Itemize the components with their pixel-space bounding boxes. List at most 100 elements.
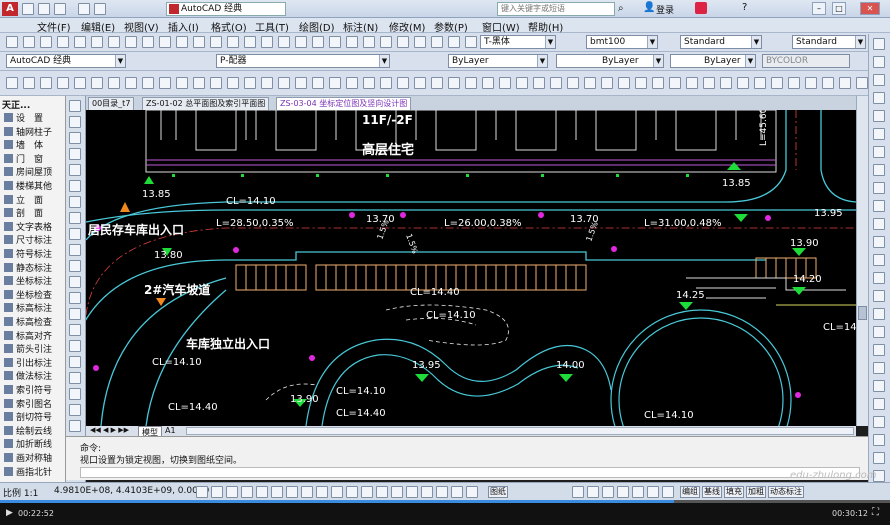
draw-tool-icon[interactable] xyxy=(176,77,188,89)
menu-item-10[interactable]: 窗口(W) xyxy=(482,19,520,34)
user-icon[interactable]: 👤 xyxy=(643,2,655,13)
side-tool-icon[interactable] xyxy=(873,128,885,140)
vertical-scrollbar[interactable] xyxy=(856,96,868,426)
palette-item-11[interactable]: 静态标注 xyxy=(4,261,52,274)
status-toggle-icon[interactable] xyxy=(647,486,659,498)
draw-tool-icon[interactable] xyxy=(40,77,52,89)
linetype-combo[interactable]: ByLayer ▼ xyxy=(556,54,664,68)
color-combo[interactable]: ByLayer ▼ xyxy=(448,54,548,68)
chevron-down-icon[interactable]: ▼ xyxy=(379,55,389,67)
draw-tool-icon[interactable] xyxy=(380,77,392,89)
status-toggle-icon[interactable] xyxy=(271,486,283,498)
palette-header[interactable]: 天正... xyxy=(2,98,30,111)
status-toggle-icon[interactable] xyxy=(391,486,403,498)
table-style-combo[interactable]: Standard ▼ xyxy=(792,35,866,49)
menu-item-0[interactable]: 文件(F) xyxy=(37,19,71,34)
status-toggle-icon[interactable] xyxy=(617,486,629,498)
side-tool-icon[interactable] xyxy=(873,362,885,374)
modify-tool-icon[interactable] xyxy=(69,148,81,160)
status-toggle-icon[interactable] xyxy=(451,486,463,498)
status-toggle-icon[interactable] xyxy=(632,486,644,498)
modify-tool-icon[interactable] xyxy=(69,244,81,256)
draw-tool-icon[interactable] xyxy=(499,77,511,89)
group-button[interactable]: 编组 xyxy=(680,486,700,498)
palette-item-1[interactable]: 轴网柱子 xyxy=(4,125,52,138)
chevron-down-icon[interactable]: ▼ xyxy=(647,36,657,48)
standard-tool-icon[interactable] xyxy=(414,36,426,48)
side-tool-icon[interactable] xyxy=(873,56,885,68)
standard-tool-icon[interactable] xyxy=(142,36,154,48)
status-toggle-icon[interactable] xyxy=(256,486,268,498)
palette-item-13[interactable]: 坐标检查 xyxy=(4,288,52,301)
status-toggle-icon[interactable] xyxy=(316,486,328,498)
palette-item-20[interactable]: 索引符号 xyxy=(4,383,52,396)
draw-tool-icon[interactable] xyxy=(244,77,256,89)
side-tool-icon[interactable] xyxy=(873,182,885,194)
palette-item-0[interactable]: 设 置 xyxy=(4,111,43,124)
bold-button[interactable]: 加粗 xyxy=(746,486,766,498)
palette-item-18[interactable]: 引出标注 xyxy=(4,356,52,369)
side-tool-icon[interactable] xyxy=(873,434,885,446)
palette-item-17[interactable]: 箭头引注 xyxy=(4,342,52,355)
status-toggle-icon[interactable] xyxy=(346,486,358,498)
scroll-thumb[interactable] xyxy=(858,306,867,320)
layer-combo[interactable]: P-配器 ▼ xyxy=(216,54,390,68)
chevron-down-icon[interactable]: ▼ xyxy=(653,55,663,67)
draw-tool-icon[interactable] xyxy=(108,77,120,89)
chevron-down-icon[interactable]: ▼ xyxy=(537,55,547,67)
standard-tool-icon[interactable] xyxy=(448,36,460,48)
draw-tool-icon[interactable] xyxy=(431,77,443,89)
modify-tool-icon[interactable] xyxy=(69,340,81,352)
draw-tool-icon[interactable] xyxy=(346,77,358,89)
modify-tool-icon[interactable] xyxy=(69,164,81,176)
palette-item-4[interactable]: 房间屋顶 xyxy=(4,165,52,178)
modify-tool-icon[interactable] xyxy=(69,404,81,416)
scale-display[interactable]: 比例 1:1 xyxy=(3,486,38,499)
palette-item-14[interactable]: 标高标注 xyxy=(4,301,52,314)
palette-item-9[interactable]: 尺寸标注 xyxy=(4,233,52,246)
side-tool-icon[interactable] xyxy=(873,92,885,104)
login-link[interactable]: 登录 xyxy=(656,3,674,16)
modify-tool-icon[interactable] xyxy=(69,228,81,240)
palette-item-24[interactable]: 加折断线 xyxy=(4,437,52,450)
standard-tool-icon[interactable] xyxy=(363,36,375,48)
standard-tool-icon[interactable] xyxy=(159,36,171,48)
undo-icon[interactable] xyxy=(78,3,90,15)
palette-item-8[interactable]: 文字表格 xyxy=(4,220,52,233)
draw-tool-icon[interactable] xyxy=(669,77,681,89)
standard-tool-icon[interactable] xyxy=(346,36,358,48)
standard-tool-icon[interactable] xyxy=(125,36,137,48)
minimize-button[interactable]: – xyxy=(812,2,826,15)
draw-tool-icon[interactable] xyxy=(278,77,290,89)
side-tool-icon[interactable] xyxy=(873,452,885,464)
menu-item-2[interactable]: 视图(V) xyxy=(124,19,159,34)
menu-item-4[interactable]: 格式(O) xyxy=(211,19,247,34)
command-line[interactable]: 命令: 视口设置为锁定视图，切换到图纸空间。 xyxy=(66,436,868,480)
modify-tool-icon[interactable] xyxy=(69,180,81,192)
standard-tool-icon[interactable] xyxy=(193,36,205,48)
menu-item-5[interactable]: 工具(T) xyxy=(255,19,289,34)
modify-tool-icon[interactable] xyxy=(69,372,81,384)
draw-tool-icon[interactable] xyxy=(567,77,579,89)
draw-tool-icon[interactable] xyxy=(363,77,375,89)
layout-nav-icons[interactable]: ◀◀ ◀ ▶ ▶▶ xyxy=(90,426,129,434)
status-toggle-icon[interactable] xyxy=(286,486,298,498)
progress-track[interactable] xyxy=(0,500,890,503)
standard-tool-icon[interactable] xyxy=(23,36,35,48)
status-toggle-icon[interactable] xyxy=(587,486,599,498)
close-button[interactable]: ✕ xyxy=(860,2,880,15)
chevron-down-icon[interactable]: ▼ xyxy=(751,36,761,48)
draw-tool-icon[interactable] xyxy=(720,77,732,89)
menu-item-9[interactable]: 参数(P) xyxy=(434,19,468,34)
save-icon[interactable] xyxy=(54,3,66,15)
draw-tool-icon[interactable] xyxy=(23,77,35,89)
standard-tool-icon[interactable] xyxy=(244,36,256,48)
side-tool-icon[interactable] xyxy=(873,236,885,248)
draw-tool-icon[interactable] xyxy=(703,77,715,89)
modify-tool-icon[interactable] xyxy=(69,308,81,320)
modify-tool-icon[interactable] xyxy=(69,356,81,368)
side-tool-icon[interactable] xyxy=(873,146,885,158)
modify-tool-icon[interactable] xyxy=(69,260,81,272)
draw-tool-icon[interactable] xyxy=(516,77,528,89)
draw-tool-icon[interactable] xyxy=(6,77,18,89)
